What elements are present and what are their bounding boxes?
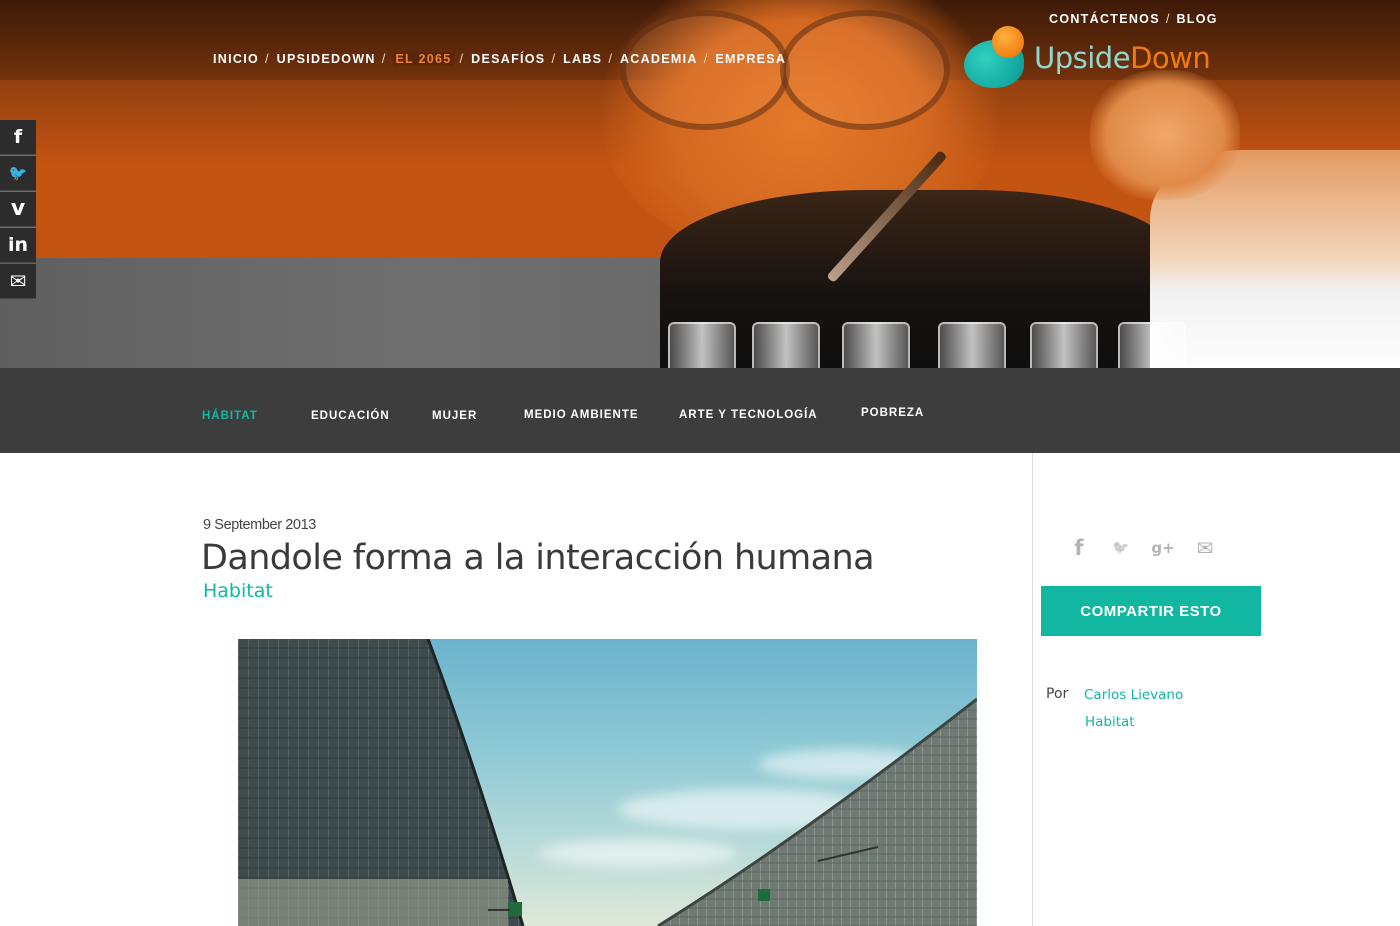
category-bar: HÁBITAT EDUCACIÓN MUJER MEDIO AMBIENTE A… [0,368,1400,453]
logo-orange-dot [992,26,1024,58]
category-habitat[interactable]: HÁBITAT [202,410,258,422]
linkedin-icon: in [7,233,29,256]
twitter-icon: 🐦 [8,163,28,182]
article-image [238,639,977,926]
category-educacion[interactable]: EDUCACIÓN [311,410,390,422]
site-logo[interactable]: UpsideDown [962,26,1222,90]
logo-word-upside: Upside [1034,41,1131,75]
nav-separator: / [608,51,612,66]
nav-item-el-2065[interactable]: EL 2065 [393,51,454,66]
hero-goggle-left [620,10,790,130]
nav-separator: / [459,51,464,66]
mail-icon[interactable]: ✉ [1184,536,1226,560]
social-linkedin-button[interactable]: in [0,228,36,263]
nav-separator: / [1165,11,1170,26]
blog-link[interactable]: BLOG [1176,12,1217,26]
author-label: Por [1046,686,1069,702]
logo-wordmark: UpsideDown [1034,41,1211,75]
social-vimeo-button[interactable]: v [0,192,36,227]
share-button[interactable]: COMPARTIR ESTO [1041,586,1261,636]
category-pobreza[interactable]: POBREZA [861,407,924,419]
vimeo-icon: v [10,196,26,221]
top-utility-links: CONTÁCTENOS / BLOG [1049,11,1218,26]
twitter-icon[interactable]: 🐦 [1100,540,1142,556]
hero-test-tube [938,322,1006,368]
social-facebook-button[interactable]: f [0,120,36,155]
nav-item-empresa[interactable]: EMPRESA [715,52,786,66]
nav-item-inicio[interactable]: INICIO [213,52,259,66]
nav-separator: / [551,51,556,66]
hero-lab-coat [660,190,1180,368]
nav-separator: / [265,51,269,66]
nav-item-academia[interactable]: ACADEMIA [620,52,698,66]
logo-mark-icon [962,26,1028,90]
facebook-icon[interactable]: f [1058,536,1100,560]
category-arte-y-tecnologia[interactable]: ARTE Y TECNOLOGÍA [679,409,818,421]
article-date: 9 September 2013 [203,517,316,533]
facebook-icon: f [13,125,23,148]
logo-word-down: Down [1130,41,1211,75]
photo-structure [238,639,977,926]
social-rail: f 🐦 v in ✉ [0,120,36,300]
nav-item-desafios[interactable]: DESAFÍOS [471,52,545,66]
author-link[interactable]: Carlos Lievano [1084,687,1183,703]
share-icon-row: f 🐦 g+ ✉ [1058,536,1226,560]
hero-test-tube [842,322,910,368]
sidebar-divider [1032,453,1033,926]
main-nav: INICIO / UPSIDEDOWN / EL 2065 / DESAFÍOS… [213,51,786,66]
hero-goggle-right [780,10,950,130]
sidebar-category-link[interactable]: Habitat [1085,714,1135,730]
category-mujer[interactable]: MUJER [432,410,477,422]
nav-separator: / [703,51,708,66]
nav-item-labs[interactable]: LABS [563,52,602,66]
social-mail-button[interactable]: ✉ [0,264,36,299]
social-twitter-button[interactable]: 🐦 [0,156,36,191]
hero-test-tube [752,322,820,368]
nav-item-upsidedown[interactable]: UPSIDEDOWN [277,52,376,66]
nav-separator: / [381,51,386,66]
google-plus-icon[interactable]: g+ [1142,539,1184,557]
category-medio-ambiente[interactable]: MEDIO AMBIENTE [524,409,639,421]
article-category-link[interactable]: Habitat [203,580,273,602]
hero-test-tube [1118,322,1186,368]
article-title: Dandole forma a la interacción humana [201,538,875,578]
hero-test-tube [668,322,736,368]
hero-test-tube [1030,322,1098,368]
contact-link[interactable]: CONTÁCTENOS [1049,12,1160,26]
mail-icon: ✉ [9,269,27,293]
